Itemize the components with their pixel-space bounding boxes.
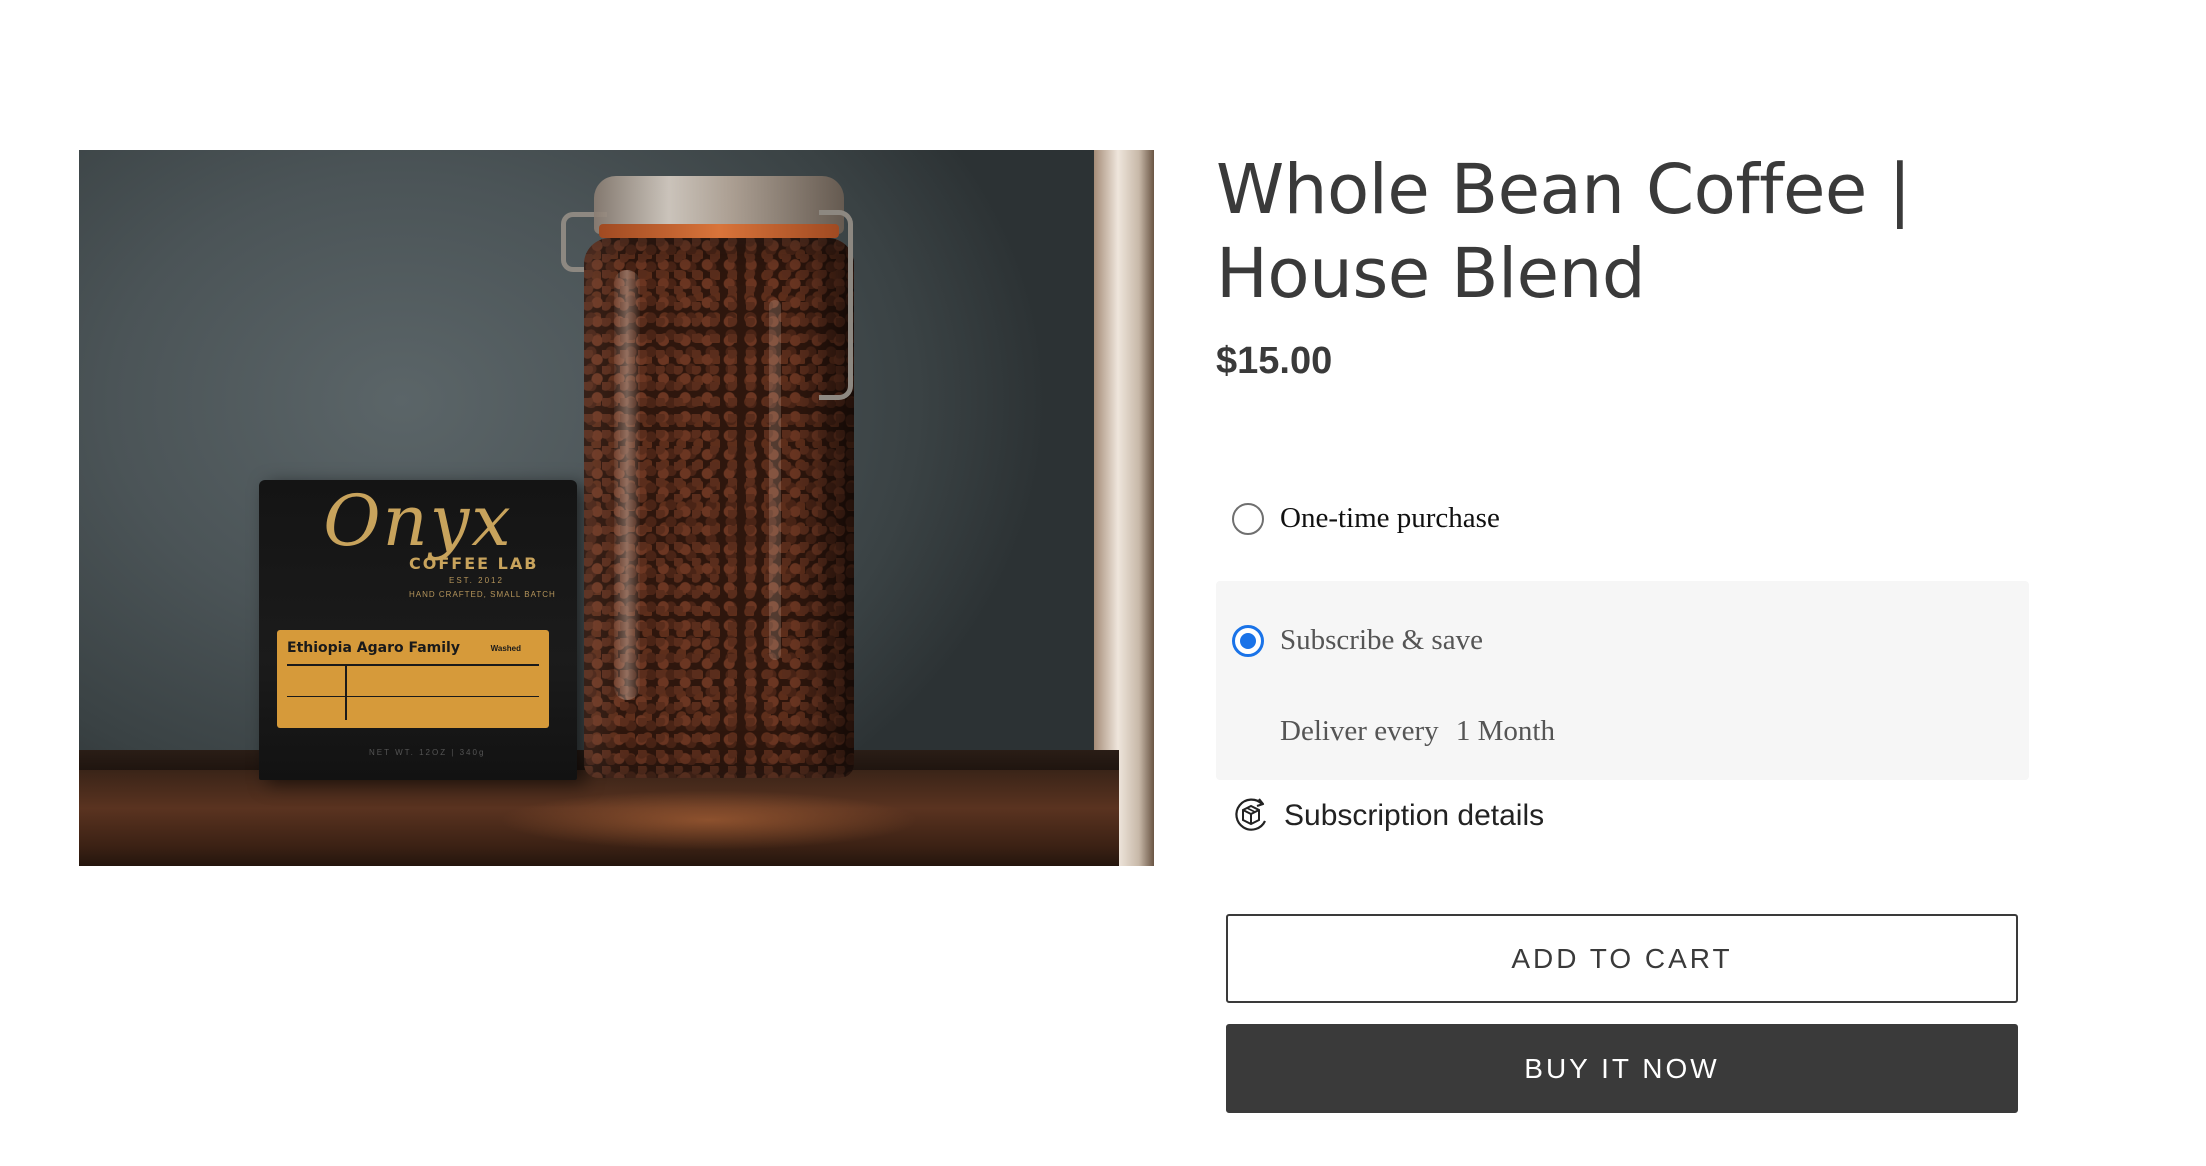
one-time-purchase-option[interactable]: One-time purchase — [1232, 502, 1500, 535]
image-shelf-shine — [499, 790, 919, 850]
subscribe-radio[interactable] — [1232, 624, 1264, 657]
one-time-radio[interactable] — [1232, 502, 1264, 535]
subscribe-option[interactable]: Subscribe & save — [1232, 624, 1483, 657]
coffee-bag: Onyx COFFEE LAB EST. 2012 HAND CRAFTED, … — [259, 480, 577, 780]
product-price: $15.00 — [1216, 340, 1333, 382]
product-image[interactable]: Onyx COFFEE LAB EST. 2012 HAND CRAFTED, … — [79, 150, 1154, 866]
one-time-label: One-time purchase — [1280, 502, 1500, 534]
bag-label-flag: Washed — [490, 644, 521, 653]
bag-label: Ethiopia Agaro Family Washed — [277, 630, 549, 728]
bag-net-weight: NET WT. 12OZ | 340g — [369, 748, 486, 757]
product-title: Whole Bean Coffee | House Blend — [1216, 150, 1912, 314]
bag-tagline: HAND CRAFTED, SMALL BATCH — [409, 590, 556, 599]
bag-brand-line: COFFEE LAB — [409, 554, 539, 573]
jar-glare-secondary — [769, 300, 781, 660]
bag-est: EST. 2012 — [449, 576, 504, 585]
add-to-cart-button[interactable]: ADD TO CART — [1226, 914, 2018, 1003]
deliver-label: Deliver every — [1280, 715, 1439, 747]
bag-logo: Onyx — [323, 480, 513, 562]
bag-label-grid — [287, 664, 539, 720]
deliver-frequency-select[interactable]: 1 Month — [1456, 715, 1555, 747]
subscribe-label: Subscribe & save — [1280, 624, 1483, 656]
bag-label-title: Ethiopia Agaro Family — [287, 640, 460, 656]
jar-glare — [614, 270, 640, 700]
jar-seal — [599, 224, 839, 238]
subscription-box-icon — [1235, 798, 1266, 831]
subscription-details-label: Subscription details — [1284, 799, 1545, 832]
buy-it-now-button[interactable]: BUY IT NOW — [1226, 1024, 2018, 1113]
subscribe-option-box — [1216, 581, 2029, 780]
jar-clamp-right — [819, 210, 853, 400]
subscription-details-link[interactable]: Subscription details — [1232, 795, 1544, 837]
deliver-frequency-row: Deliver every 1 Month — [1280, 715, 1555, 748]
